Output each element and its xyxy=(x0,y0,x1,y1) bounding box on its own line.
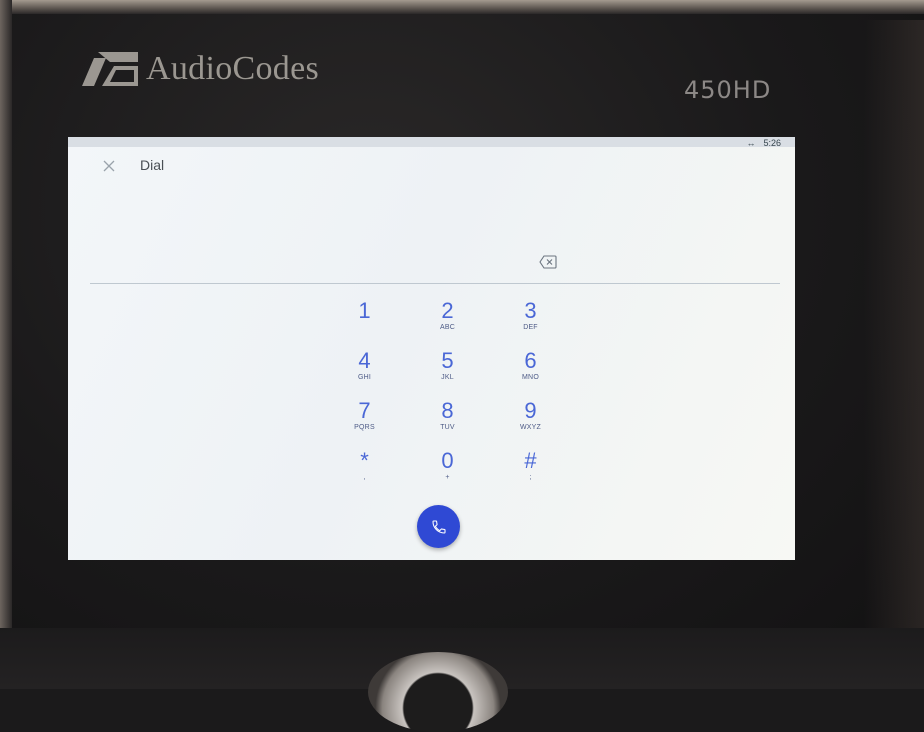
key-letters: TUV xyxy=(440,424,455,431)
key-letters: DEF xyxy=(523,324,538,331)
key-digit: 2 xyxy=(441,298,454,323)
divider xyxy=(90,283,780,284)
key-digit: 7 xyxy=(358,398,371,423)
key-digit: 1 xyxy=(358,298,371,323)
device-top-edge xyxy=(0,0,924,14)
key-digit: # xyxy=(524,448,537,473)
call-button[interactable] xyxy=(417,505,460,548)
brand-logo: AudioCodes xyxy=(80,44,319,94)
backspace-icon[interactable] xyxy=(539,255,557,269)
page-title: Dial xyxy=(140,157,165,173)
key-letters: ABC xyxy=(440,324,455,331)
keypad-key-hash[interactable]: # ; xyxy=(489,449,572,499)
key-letters: WXYZ xyxy=(519,424,542,431)
status-right: ↔ 5:26 xyxy=(746,137,781,149)
keypad-key-9[interactable]: 9 WXYZ xyxy=(489,399,572,449)
keypad-key-0[interactable]: 0 + xyxy=(406,449,489,499)
keypad-key-3[interactable]: 3 DEF xyxy=(489,299,572,349)
brand-name: AudioCodes xyxy=(146,50,319,87)
key-digit: 5 xyxy=(441,348,454,373)
key-digit: 4 xyxy=(358,348,371,373)
network-icon: ↔ xyxy=(746,138,756,148)
key-letters: , xyxy=(363,474,366,481)
dial-keypad: 1 2 ABC 3 DEF 4 GHI 5 JKL 6 MNO 7 PQRS 8… xyxy=(323,299,572,499)
key-letters: GHI xyxy=(357,374,372,381)
keypad-key-1[interactable]: 1 xyxy=(323,299,406,349)
audiocodes-logo-icon xyxy=(82,52,138,86)
device-right-edge xyxy=(864,20,924,689)
key-digit: 8 xyxy=(441,398,454,423)
key-digit: 6 xyxy=(524,348,537,373)
phone-screen: ↔ 5:26 Dial 1 2 ABC 3 DEF 4 GHI 5 JKL 6 … xyxy=(68,137,795,560)
key-letters: JKL xyxy=(441,374,454,381)
key-digit: 3 xyxy=(524,298,537,323)
phone-device: AudioCodes 450HD ↔ 5:26 Dial 1 2 ABC 3 D… xyxy=(0,0,924,732)
keypad-key-5[interactable]: 5 JKL xyxy=(406,349,489,399)
key-digit: 0 xyxy=(441,448,454,473)
status-time: 5:26 xyxy=(763,138,781,148)
key-letters: MNO xyxy=(522,374,539,381)
keypad-key-2[interactable]: 2 ABC xyxy=(406,299,489,349)
keypad-key-6[interactable]: 6 MNO xyxy=(489,349,572,399)
key-digit: * xyxy=(360,448,369,473)
close-button[interactable] xyxy=(98,155,120,177)
key-letters: + xyxy=(445,474,450,481)
status-bar: ↔ 5:26 xyxy=(68,137,795,149)
dial-number-field[interactable] xyxy=(92,197,532,267)
keypad-key-star[interactable]: * , xyxy=(323,449,406,499)
device-left-edge xyxy=(0,0,12,689)
key-letters: PQRS xyxy=(354,424,375,431)
model-label: 450HD xyxy=(684,76,772,104)
keypad-key-4[interactable]: 4 GHI xyxy=(323,349,406,399)
key-digit: 9 xyxy=(524,398,537,423)
phone-icon xyxy=(431,519,446,534)
key-letters: ; xyxy=(529,474,532,481)
keypad-key-7[interactable]: 7 PQRS xyxy=(323,399,406,449)
navigation-ring[interactable] xyxy=(368,652,508,732)
keypad-key-8[interactable]: 8 TUV xyxy=(406,399,489,449)
close-icon xyxy=(103,160,115,172)
